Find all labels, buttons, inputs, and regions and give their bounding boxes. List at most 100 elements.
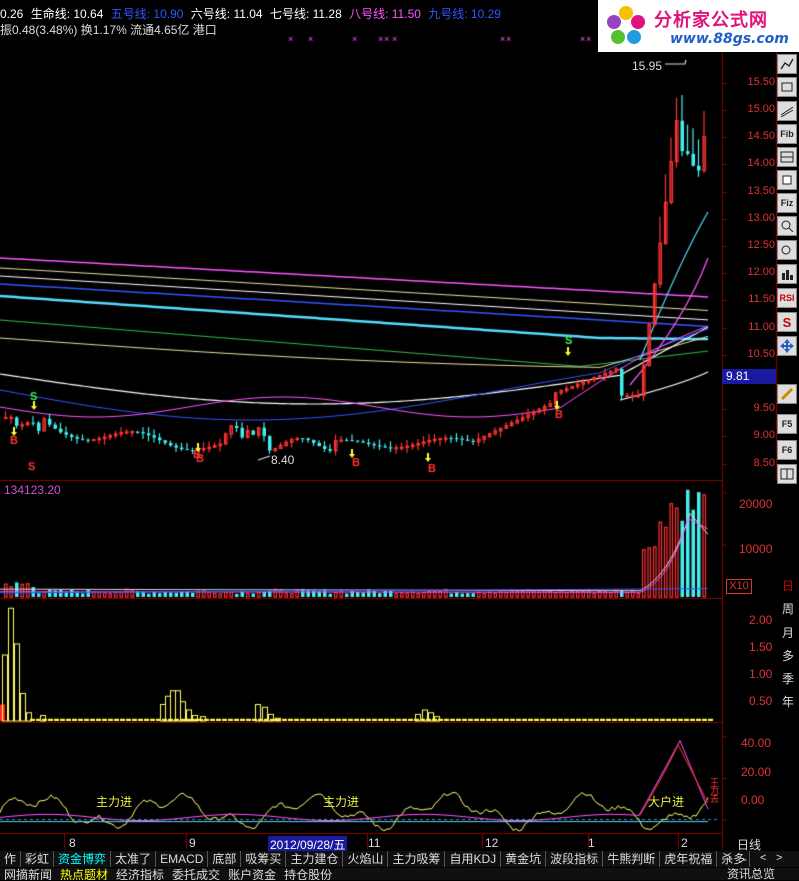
ma-legend-0: 0.26 — [0, 7, 24, 21]
news-tab-2[interactable]: 经济指标 — [112, 869, 168, 880]
volume-value: 134123.20 — [4, 483, 61, 497]
s-tool-button[interactable]: S — [777, 312, 797, 332]
price-tick-10: 10.50 — [747, 347, 775, 360]
indicator-tab-13[interactable]: 牛熊判断 — [603, 851, 661, 867]
logo-url: www.88gs.com — [670, 31, 789, 47]
indicator-tab-12[interactable]: 波段指标 — [546, 851, 604, 867]
high-price-label: 15.95 — [632, 59, 663, 73]
price-tick-7: 12.00 — [747, 266, 775, 279]
indicator-tab-10[interactable]: 自用KDJ — [445, 851, 502, 867]
rsi-tool-button[interactable]: RSI — [777, 288, 797, 308]
ma-legend: 0.26 生命线: 10.64 五号线: 10.90 六号线: 11.04 七号… — [0, 5, 505, 22]
price-tick-2: 14.50 — [747, 130, 775, 143]
osc-annotation-3: 大户进 — [648, 795, 685, 809]
date-label-sep: 9 — [189, 836, 196, 850]
cycle-day[interactable]: 日 — [777, 577, 799, 594]
cycle-year[interactable]: 年 — [777, 693, 799, 710]
news-tab-5[interactable]: 持仓股份 — [280, 869, 336, 880]
cycle-week[interactable]: 周 — [777, 600, 799, 617]
cycle-multi[interactable]: 多 — [777, 647, 799, 664]
ma-legend-4: 七号线: 11.28 — [269, 7, 342, 21]
current-price-badge: 9.81 — [722, 369, 776, 384]
indicator-tab-5[interactable]: 底部 — [208, 851, 242, 867]
price-tick-9: 11.00 — [748, 320, 775, 333]
ma-legend-6: 九号线: 10.29 — [428, 7, 501, 21]
osc-axis-0: 0.00 — [741, 793, 765, 807]
indicator-tab-9[interactable]: 主力吸筹 — [388, 851, 446, 867]
price-tick-14: 8.50 — [753, 456, 775, 469]
low-price-label: 8.40 — [271, 453, 295, 467]
osc-annotation-2: 主力进 — [323, 795, 360, 809]
line-tool-icon[interactable] — [777, 54, 797, 74]
price-tick-0: 15.50 — [747, 75, 775, 88]
stock-info-line: 振0.48(3.48%) 换1.17% 流通4.65亿 港口 — [0, 23, 217, 37]
cycle-season[interactable]: 季 — [777, 670, 799, 687]
osc-axis-40: 40.00 — [741, 736, 772, 750]
price-tick-13: 9.00 — [753, 429, 775, 442]
zoom-tool-icon[interactable] — [777, 216, 797, 236]
fib-tool-button[interactable]: Fib — [777, 124, 797, 144]
indicator-axis-1: 1.00 — [749, 667, 773, 681]
square-tool-icon[interactable] — [777, 170, 797, 190]
news-tab-3[interactable]: 委托成交 — [168, 869, 224, 880]
price-tick-12: 9.50 — [753, 402, 775, 415]
ma-legend-3: 六号线: 11.04 — [190, 7, 263, 21]
indicator-tab-6[interactable]: 吸筹买 — [241, 851, 287, 867]
volume-axis-10000: 10000 — [739, 542, 773, 556]
f5-tool-button[interactable]: F5 — [777, 414, 797, 434]
price-tick-1: 15.00 — [747, 102, 775, 115]
date-axis: 8 9 2012/09/28/五 11 12 1 2 — [0, 835, 722, 853]
ma-legend-5: 八号线: 11.50 — [349, 7, 421, 21]
osc-annotation-1: 主力进 — [96, 795, 133, 809]
indicator-tab-4[interactable]: EMACD — [156, 851, 209, 867]
indicator-tab-11[interactable]: 黄金坑 — [501, 851, 547, 867]
price-tick-5: 13.00 — [747, 211, 775, 224]
news-tab-4[interactable]: 账户资金 — [224, 869, 280, 880]
info-overview-tab[interactable]: 资讯总览 — [727, 868, 775, 880]
price-tick-8: 11.50 — [748, 293, 775, 306]
grid-tool-icon[interactable] — [777, 464, 797, 484]
flower-logo-icon — [607, 6, 645, 44]
osc-axis-20: 20.00 — [741, 765, 772, 779]
f6-tool-button[interactable]: F6 — [777, 440, 797, 460]
stock-chart-canvas[interactable] — [0, 0, 799, 880]
indicator-tabs: 作彩虹 资金博弈 太准了 EMACD 底部 吸筹买 主力建仓 火焰山 主力吸筹 自用KDJ 黄金坑波… — [0, 851, 799, 867]
pencil-tool-icon[interactable] — [777, 384, 797, 404]
price-tick-4: 13.50 — [747, 184, 775, 197]
indicator-tab-7[interactable]: 主力建仓 — [286, 851, 344, 867]
cycle-month[interactable]: 月 — [777, 624, 799, 641]
news-tab-0[interactable]: 网摘新闻 — [0, 869, 56, 880]
indicator-axis-1-5: 1.50 — [749, 640, 773, 654]
indicator-tab-14[interactable]: 虎年祝福 — [660, 851, 718, 867]
news-tab-1[interactable]: 热点题材 — [56, 869, 112, 880]
news-tabs: 网摘新闻 热点题材 经济指标 委托成交 账户资金 持仓股份 — [0, 868, 799, 880]
box2-tool-icon[interactable] — [777, 147, 797, 167]
date-label-feb: 2 — [681, 836, 688, 850]
indicator-tab-3[interactable]: 太准了 — [111, 851, 157, 867]
scroll-right-button[interactable]: > — [776, 852, 782, 864]
logo-name: 分析家公式网 — [654, 10, 768, 31]
move-tool-icon[interactable] — [777, 336, 797, 356]
indicator-axis-0-5: 0.50 — [749, 694, 773, 708]
indicator-tab-1[interactable]: 彩虹 — [21, 851, 55, 867]
channel-tool-icon[interactable] — [777, 101, 797, 121]
volume-axis-20000: 20000 — [739, 497, 773, 511]
bar-tool-icon[interactable] — [777, 264, 797, 284]
date-label-aug: 8 — [69, 836, 76, 850]
fiz-tool-button[interactable]: Fiz — [777, 193, 797, 213]
search-tool-icon[interactable] — [777, 240, 797, 260]
date-label-jan: 1 — [588, 836, 595, 850]
zoom-out-button[interactable]: - — [743, 852, 747, 866]
indicator-axis-2: 2.00 — [749, 613, 773, 627]
indicator-tab-0[interactable]: 作 — [0, 851, 22, 867]
date-label-nov: 11 — [368, 836, 381, 850]
price-tick-6: 12.50 — [747, 238, 775, 251]
indicator-tab-8[interactable]: 火焰山 — [343, 851, 389, 867]
site-logo: 分析家公式网 www.88gs.com — [598, 0, 799, 52]
box-tool-icon[interactable] — [777, 77, 797, 97]
price-tick-3: 14.00 — [747, 157, 775, 170]
zoom-in-button[interactable]: + — [726, 852, 733, 866]
scroll-left-button[interactable]: < — [760, 852, 766, 864]
indicator-tab-2[interactable]: 资金博弈 — [54, 851, 112, 867]
volume-unit-badge[interactable]: X10 — [726, 579, 752, 594]
